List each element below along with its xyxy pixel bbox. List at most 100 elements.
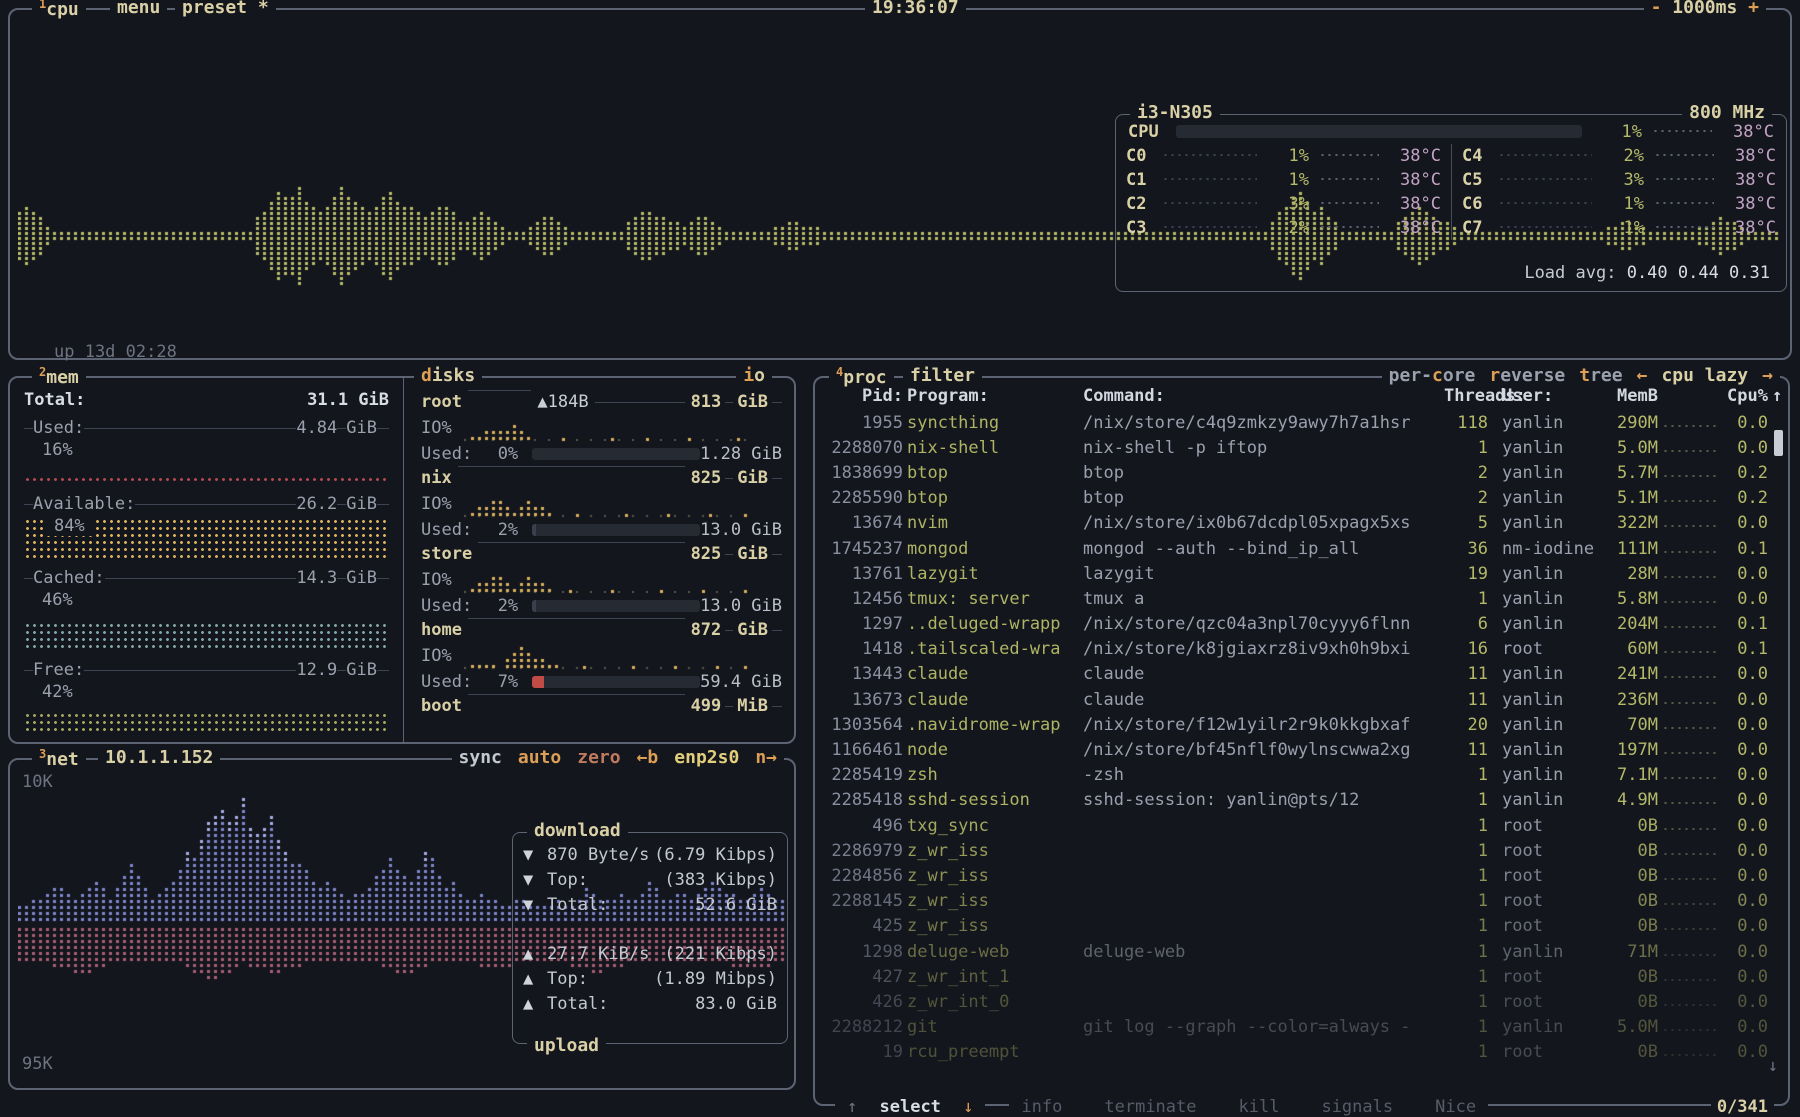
interval-increase-button[interactable]: + <box>1748 0 1759 18</box>
toggle-per-core[interactable]: per-core <box>1389 365 1476 386</box>
proc-panel-title[interactable]: 4proc <box>829 365 894 388</box>
disk-used-row: Used:2%13.0 GiB <box>421 517 782 542</box>
core-row: C42%38°C <box>1452 144 1786 168</box>
process-row[interactable]: 1298deluge-webdeluge-web1yanlin71M0.0 <box>827 939 1782 964</box>
mem-cached-percent: 46% <box>24 590 389 614</box>
cpu-frequency-label: 800 MHz <box>1682 102 1772 123</box>
mem-free-percent: 42% <box>24 682 389 706</box>
process-row[interactable]: 13673claudeclaude11yanlin236M0.0 <box>827 687 1782 712</box>
iface-next-button[interactable]: n→ <box>755 747 777 768</box>
auto-toggle[interactable]: auto <box>518 747 561 768</box>
cpu-total-percent: 1% <box>1598 122 1642 142</box>
proc-scrollbar-thumb[interactable] <box>1774 430 1783 456</box>
process-row[interactable]: 13674nvim/nix/store/ix0b67dcdpl05xpagx5x… <box>827 511 1782 536</box>
core-row: C23%38°C <box>1116 192 1451 216</box>
preset-button[interactable]: preset * <box>175 0 276 18</box>
process-row[interactable]: 2285590btopbtop2yanlin5.1M0.2 <box>827 486 1782 511</box>
process-row[interactable]: 496txg_sync1root0B0.0 <box>827 813 1782 838</box>
mem-total-row: Total:31.1 GiB <box>24 390 389 416</box>
scroll-down-icon[interactable]: ↓ <box>1768 1056 1778 1076</box>
process-row[interactable]: 1303564.navidrome-wrap/nix/store/f12w1yi… <box>827 712 1782 737</box>
download-label: download <box>527 820 628 841</box>
zero-toggle[interactable]: zero <box>577 747 620 768</box>
process-row[interactable]: 1418.tailscaled-wra/nix/store/k8jgiaxrz8… <box>827 637 1782 662</box>
cpu-total-bar <box>1176 125 1582 138</box>
signals-action[interactable]: signals <box>1315 1097 1399 1117</box>
disk-header: store825GiB <box>421 542 782 566</box>
cpu-total-temp: 38°C <box>1718 122 1774 142</box>
cpu-total-label: CPU <box>1128 122 1176 142</box>
process-row[interactable]: 12456tmux: servertmux a1yanlin5.8M0.0 <box>827 586 1782 611</box>
process-panel: 4proc filter per-corereversetree ← cpu l… <box>813 376 1790 1106</box>
process-row[interactable]: 2288212gitgit log --graph --color=always… <box>827 1015 1782 1040</box>
process-row[interactable]: 2288145z_wr_iss1root0B0.0 <box>827 889 1782 914</box>
net-controls: syncautozero ←b enp2s0 n→ <box>452 747 784 768</box>
filter-button[interactable]: filter <box>903 365 982 386</box>
col-pid[interactable]: Pid: <box>827 386 903 408</box>
process-row[interactable]: 427z_wr_int_11root0B0.0 <box>827 964 1782 989</box>
sort-next-button[interactable]: → <box>1762 365 1773 386</box>
toggle-tree[interactable]: tree <box>1579 365 1622 386</box>
mem-available-graph: 84% <box>24 518 389 560</box>
iface-prev-button[interactable]: ←b <box>637 747 659 768</box>
mem-used-percent: 16% <box>24 440 389 464</box>
sort-prev-button[interactable]: ← <box>1637 365 1648 386</box>
col-memb[interactable]: MemB <box>1608 386 1658 408</box>
disk-io-graph <box>464 413 764 443</box>
col-user[interactable]: User: <box>1492 386 1604 408</box>
proc-footer-bar: ↑ select ↓ infoterminatekillsignalsNice … <box>835 1097 1774 1117</box>
info-action[interactable]: info <box>1015 1097 1068 1117</box>
process-row[interactable]: 2286979z_wr_iss1root0B0.0 <box>827 838 1782 863</box>
net-panel-title[interactable]: 3net <box>32 747 86 770</box>
col-cpu[interactable]: Cpu% <box>1724 386 1768 408</box>
disk-io-row: IO% <box>421 642 782 669</box>
upload-stat-row: ▲Top:(1.89 Mibps) <box>523 969 777 994</box>
mem-section-header: Cached:14.3GiB <box>24 566 389 590</box>
ip-address-label: 10.1.1.152 <box>98 747 220 768</box>
process-row[interactable]: 1297..deluged-wrapp/nix/store/qzc04a3npl… <box>827 612 1782 637</box>
core-grid: C01%38°CC11%38°CC23%38°CC32%38°C C42%38°… <box>1116 144 1786 240</box>
process-row[interactable]: 425z_wr_iss1root0B0.0 <box>827 914 1782 939</box>
sync-toggle[interactable]: sync <box>459 747 502 768</box>
process-row[interactable]: 1166461node/nix/store/bf45nflf0wylnscwwa… <box>827 737 1782 762</box>
btop-monitor: 1cpu menu preset * 19:36:07 - 1000ms + u… <box>0 0 1800 1112</box>
select-control[interactable]: ↑ select ↓ <box>835 1097 985 1117</box>
col-command[interactable]: Command: <box>1083 386 1440 408</box>
disk-header: root▲184B813GiB <box>421 390 782 414</box>
clock: 19:36:07 <box>865 0 966 18</box>
process-row[interactable]: 426z_wr_int_01root0B0.0 <box>827 989 1782 1014</box>
col-program[interactable]: Program: <box>907 386 1079 408</box>
cpu-total-temp-graph <box>1652 128 1712 136</box>
terminate-action[interactable]: terminate <box>1098 1097 1202 1117</box>
process-row[interactable]: 1838699btopbtop2yanlin5.7M0.2 <box>827 460 1782 485</box>
kill-action[interactable]: kill <box>1233 1097 1286 1117</box>
process-row[interactable]: 2285419zsh-zsh1yanlin7.1M0.0 <box>827 763 1782 788</box>
net-speed-panel: download upload ▼870 Byte/s(6.79 Kibps)▼… <box>512 832 788 1044</box>
disk-header: home872GiB <box>421 618 782 642</box>
process-row[interactable]: 2284856z_wr_iss1root0B0.0 <box>827 863 1782 888</box>
process-row[interactable]: 1745237mongodmongod --auth --bind_ip_all… <box>827 536 1782 561</box>
proc-options: per-corereversetree ← cpu lazy → <box>1382 365 1780 386</box>
menu-button[interactable]: menu <box>110 0 167 18</box>
interval-decrease-button[interactable]: - <box>1651 0 1662 18</box>
upload-label: upload <box>527 1035 606 1056</box>
process-row[interactable]: 1955syncthing/nix/store/c4q9zmkzy9awy7h7… <box>827 410 1782 435</box>
process-row[interactable]: 2288070nix-shellnix-shell -p iftop1yanli… <box>827 435 1782 460</box>
disk-header: boot499MiB <box>421 694 782 718</box>
nice-action[interactable]: Nice <box>1429 1097 1482 1117</box>
download-stat-row: ▼Total:52.6 GiB <box>523 895 777 920</box>
process-row[interactable]: 2285418sshd-sessionsshd-session: yanlin@… <box>827 788 1782 813</box>
process-row[interactable]: 13443claudeclaude11yanlin241M0.0 <box>827 662 1782 687</box>
disk-io-row: IO% <box>421 490 782 517</box>
process-row[interactable]: 19rcu_preempt1root0B0.0 <box>827 1040 1782 1065</box>
cpu-panel-title[interactable]: 1cpu <box>32 0 86 20</box>
process-row[interactable]: 13761lazygitlazygit19yanlin28M0.0 <box>827 561 1782 586</box>
disk-used-row: Used:7%59.4 GiB <box>421 669 782 694</box>
disk-list: root▲184B813GiBIO%Used:0%1.28 GiBnix825G… <box>405 378 794 742</box>
mem-available-percent: 84% <box>46 516 93 536</box>
toggle-reverse[interactable]: reverse <box>1489 365 1565 386</box>
core-row: C11%38°C <box>1116 168 1451 192</box>
mem-disks-divider <box>403 378 404 742</box>
col-threads[interactable]: Threads: <box>1444 386 1488 408</box>
cpu-model-label: i3-N305 <box>1130 102 1220 123</box>
